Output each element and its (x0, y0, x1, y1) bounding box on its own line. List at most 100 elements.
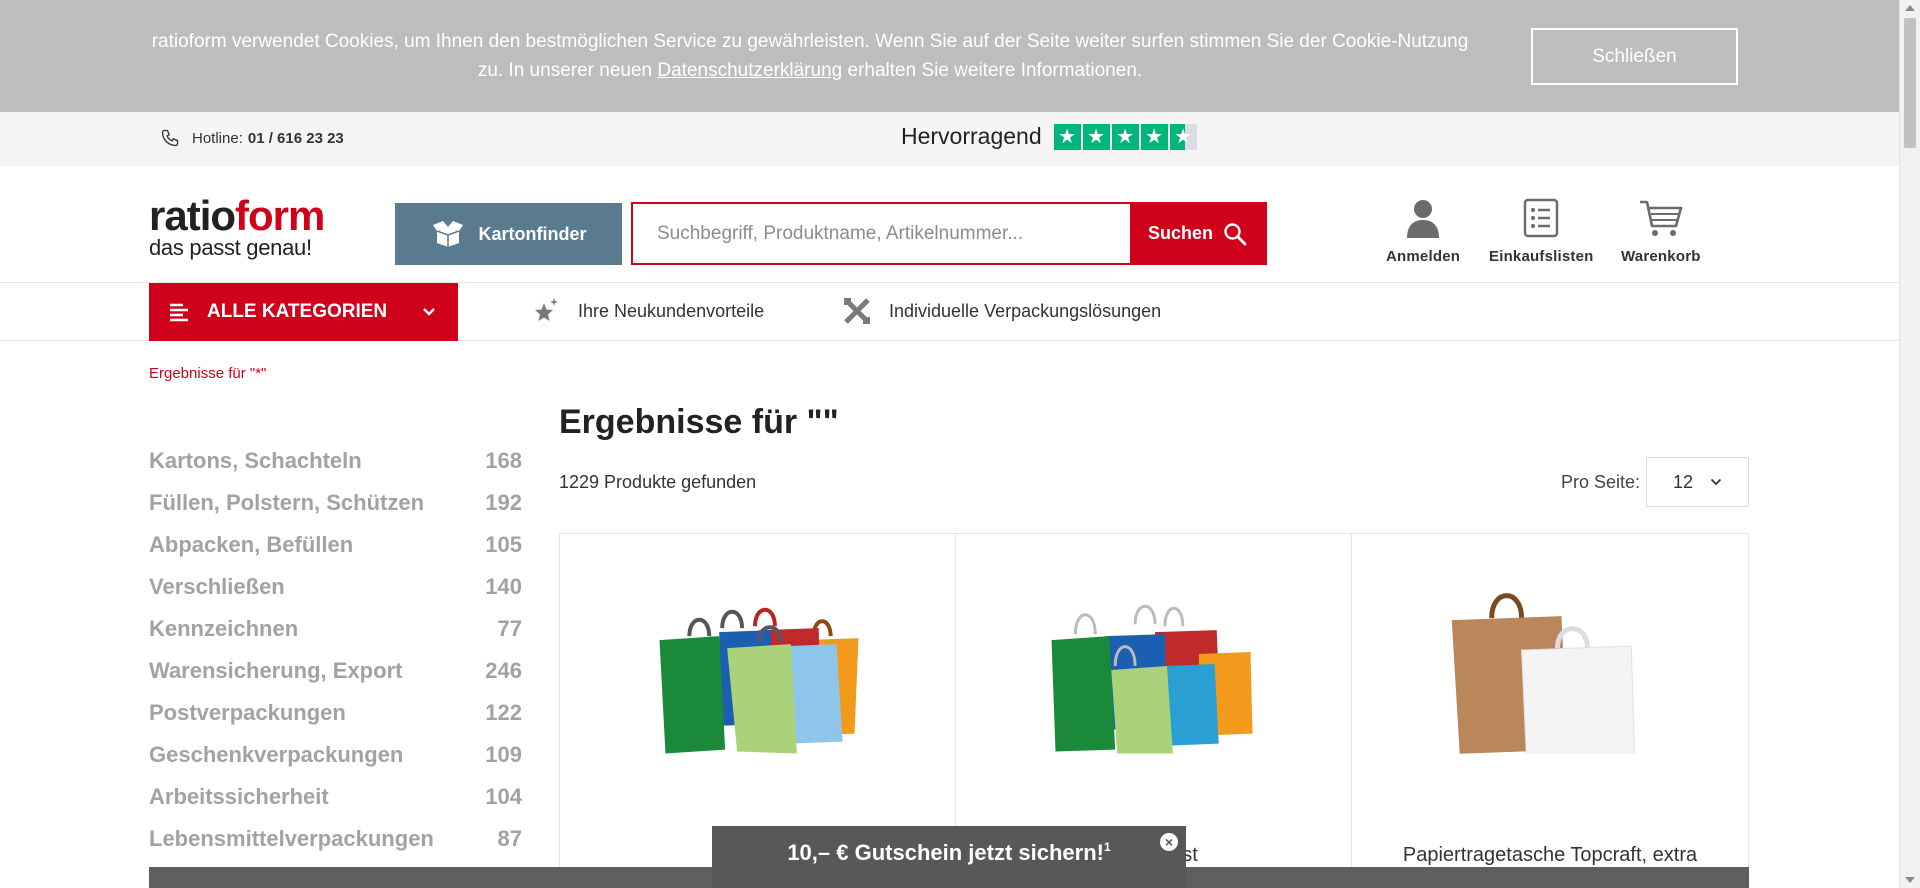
scroll-thumb[interactable] (1904, 18, 1916, 148)
search-button[interactable]: Suchen (1130, 204, 1265, 263)
chevron-down-icon (423, 308, 435, 316)
close-icon[interactable]: × (1160, 833, 1178, 851)
category-count: 109 (485, 742, 522, 767)
kartonfinder-label: Kartonfinder (478, 223, 587, 244)
nav-link-2-label: Individuelle Verpackungslösungen (889, 300, 1162, 321)
category-count: 105 (485, 532, 522, 557)
nav-link-1-label: Ihre Neukundenvorteile (578, 300, 765, 321)
nav-link-individual-packaging[interactable]: Individuelle Verpackungslösungen (843, 297, 1161, 325)
category-item[interactable]: Arbeitssicherheit 104 (149, 776, 522, 818)
per-page-label: Pro Seite: (1561, 472, 1641, 492)
category-item[interactable]: Postverpackungen 122 (149, 692, 522, 734)
category-count: 87 (497, 826, 522, 851)
cookie-banner: ratioform verwendet Cookies, um Ihnen de… (0, 0, 1899, 112)
category-sidebar: Kartons, Schachteln 168 Füllen, Polstern,… (149, 440, 522, 860)
voucher-popup[interactable]: 10,– € Gutschein jetzt sichern! 1 × (712, 826, 1186, 888)
category-item[interactable]: Geschenkverpackungen 109 (149, 734, 522, 776)
box-icon (432, 221, 463, 247)
product-image (1051, 605, 1253, 754)
logo-tagline: das passt genau! (149, 235, 312, 260)
voucher-footnote-mark: 1 (1103, 840, 1111, 854)
hotline-label: Hotline: (192, 129, 243, 147)
category-count: 168 (485, 448, 522, 473)
trustpilot-rating[interactable]: Hervorragend ★ ★ ★ ★ ★ (901, 123, 1197, 150)
cart-icon (1639, 200, 1683, 236)
rating-label: Hervorragend (901, 123, 1042, 149)
per-page-select[interactable]: 12 (1646, 457, 1749, 507)
login-button[interactable]: Anmelden (1386, 198, 1460, 265)
category-label: Lebensmittelverpackungen (149, 826, 434, 851)
cookie-text: ratioform verwendet Cookies, um Ihnen de… (150, 27, 1470, 85)
star-icon: ★ (1053, 123, 1081, 150)
category-label: Kennzeichnen (149, 616, 299, 641)
list-icon (1524, 198, 1559, 238)
voucher-text: 10,– € Gutschein jetzt sichern! (787, 840, 1104, 865)
star-icon: ★ (1140, 123, 1168, 150)
cookie-close-button[interactable]: Schließen (1531, 28, 1738, 85)
page-title: Ergebnisse für "" (559, 403, 839, 441)
privacy-link[interactable]: Datenschutzerklärung (657, 60, 842, 81)
menu-icon (170, 303, 188, 322)
main-navigation: ALLE KATEGORIEN Ihre Neukundenvorteile I… (0, 283, 1899, 341)
star-sparkle-icon (535, 298, 558, 321)
category-label: Abpacken, Befüllen (149, 532, 354, 557)
product-card[interactable]: Papiertragetasche Topcraft, extra (1352, 534, 1748, 888)
category-count: 246 (485, 658, 522, 683)
scrollbar[interactable] (1899, 0, 1920, 888)
search-button-label: Suchen (1147, 223, 1213, 243)
per-page-value: 12 (1673, 471, 1694, 492)
header: ratioform das passt genau! Kartonfinder … (0, 166, 1899, 283)
category-count: 192 (485, 490, 522, 515)
result-count: 1229 Produkte gefunden (559, 472, 757, 492)
category-count: 104 (485, 784, 522, 809)
half-star-icon: ★ (1169, 123, 1197, 150)
logo-part-ratio: ratio (149, 192, 236, 239)
search-icon (1224, 222, 1247, 245)
category-label: Postverpackungen (149, 700, 346, 725)
category-item[interactable]: Verschließen 140 (149, 566, 522, 608)
cookie-text-end: erhalten Sie weitere Informationen. (842, 60, 1143, 81)
chevron-down-icon (1710, 478, 1722, 486)
category-label: Kartons, Schachteln (149, 448, 362, 473)
search-bar: Suchen (631, 202, 1267, 265)
category-count: 77 (497, 616, 522, 641)
product-image (1451, 593, 1636, 754)
category-label: Arbeitssicherheit (149, 784, 329, 809)
product-image (659, 607, 859, 754)
logo[interactable]: ratioform das passt genau! (149, 195, 325, 260)
scroll-up-arrow-icon[interactable] (1905, 5, 1915, 11)
scroll-down-arrow-icon[interactable] (1905, 877, 1915, 883)
top-info-strip: Hotline: 01 / 616 23 23 Hervorragend ★ ★… (0, 112, 1899, 166)
category-item[interactable]: Füllen, Polstern, Schützen 192 (149, 482, 522, 524)
category-item[interactable]: Abpacken, Befüllen 105 (149, 524, 522, 566)
shopping-lists-button[interactable]: Einkaufslisten (1489, 198, 1594, 265)
hotline[interactable]: Hotline: 01 / 616 23 23 (160, 128, 344, 148)
star-icon: ★ (1082, 123, 1110, 150)
cart-label: Warenkorb (1621, 248, 1701, 265)
rating-stars: ★ ★ ★ ★ ★ (1053, 123, 1197, 150)
product-title: Papiertragetasche Topcraft, extra (1402, 844, 1698, 866)
hotline-number: 01 / 616 23 23 (247, 129, 344, 147)
all-categories-label: ALLE KATEGORIEN (207, 301, 388, 322)
category-label: Warensicherung, Export (149, 658, 403, 683)
search-input[interactable] (633, 204, 1130, 263)
category-count: 140 (485, 574, 522, 599)
tools-icon (844, 298, 870, 324)
category-label: Füllen, Polstern, Schützen (149, 490, 425, 515)
logo-part-form: form (235, 192, 325, 239)
all-categories-button[interactable]: ALLE KATEGORIEN (149, 283, 458, 341)
shopping-lists-label: Einkaufslisten (1489, 248, 1594, 265)
kartonfinder-button[interactable]: Kartonfinder (395, 203, 622, 265)
nav-link-new-customer-benefits[interactable]: Ihre Neukundenvorteile (532, 297, 764, 325)
category-label: Geschenkverpackungen (149, 742, 404, 767)
star-icon: ★ (1111, 123, 1139, 150)
category-count: 122 (485, 700, 522, 725)
category-item[interactable]: Lebensmittelverpackungen 87 (149, 818, 522, 860)
category-item[interactable]: Warensicherung, Export 246 (149, 650, 522, 692)
breadcrumb[interactable]: Ergebnisse für "*" (149, 365, 266, 382)
user-icon (1407, 200, 1440, 238)
cart-button[interactable]: Warenkorb (1621, 198, 1701, 265)
page: ratioform verwendet Cookies, um Ihnen de… (0, 0, 1920, 888)
category-item[interactable]: Kennzeichnen 77 (149, 608, 522, 650)
category-item[interactable]: Kartons, Schachteln 168 (149, 440, 522, 482)
